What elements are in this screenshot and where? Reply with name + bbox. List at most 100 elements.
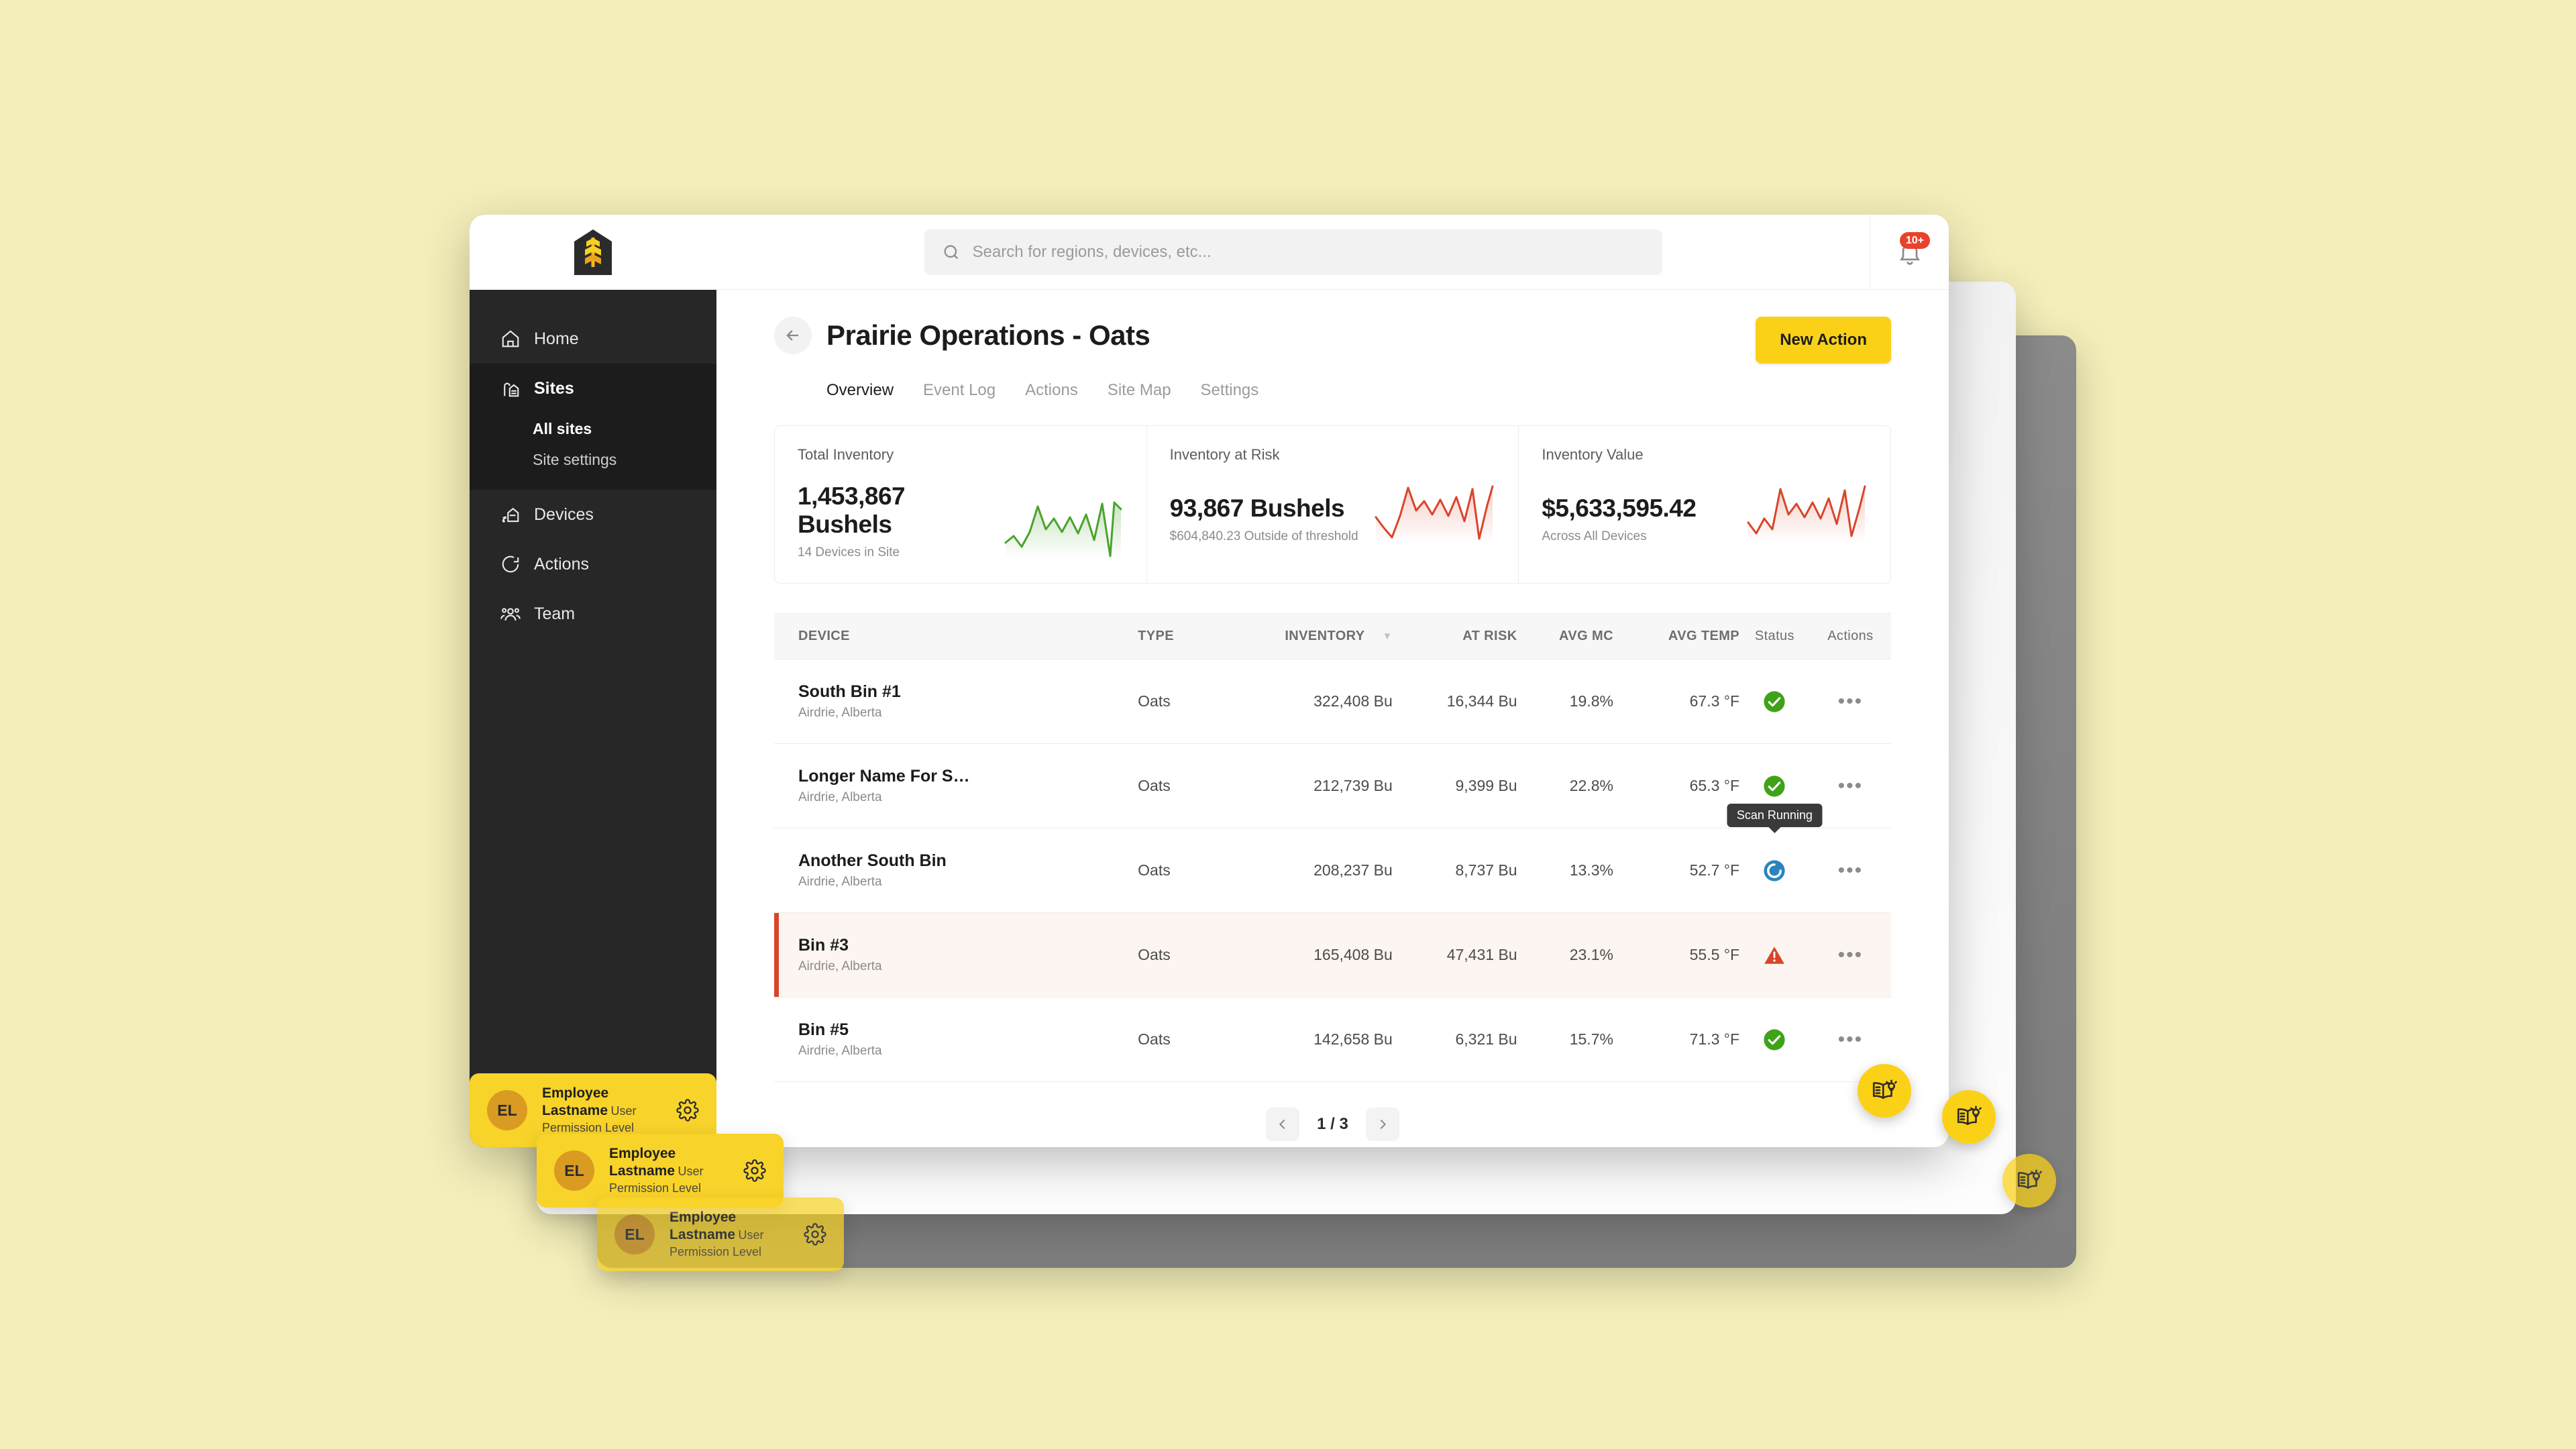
cell-inventory: 142,658 Bu: [1201, 997, 1393, 1082]
title-row: Prairie Operations - Oats New Action: [774, 317, 1891, 364]
cell-actions: •••: [1809, 828, 1891, 913]
cell-device: South Bin #1 Airdrie, Alberta: [774, 659, 1138, 744]
column-header-at-risk[interactable]: AT RISK: [1392, 613, 1517, 659]
app-window: Home Sites All sites Site settings Devic…: [470, 215, 1949, 1147]
device-icon: [500, 504, 521, 525]
tab-bar: Overview Event Log Actions Site Map Sett…: [826, 381, 1891, 404]
cell-avg-temp: 52.7 °F: [1613, 828, 1740, 913]
cell-type: Oats: [1138, 997, 1202, 1082]
pagination-prev-button[interactable]: [1266, 1108, 1300, 1141]
back-button[interactable]: [774, 317, 812, 354]
cell-actions: •••: [1809, 912, 1891, 998]
chevron-down-icon: ▼: [1382, 631, 1393, 643]
cell-avg-temp: 71.3 °F: [1613, 997, 1740, 1082]
search-box[interactable]: [924, 229, 1662, 275]
sidebar-item-team[interactable]: Team: [470, 589, 716, 639]
cell-type: Oats: [1138, 743, 1202, 828]
search-icon: [942, 243, 961, 262]
cell-avg-temp: 55.5 °F: [1613, 912, 1740, 998]
device-name: South Bin #1: [798, 682, 901, 701]
cell-status: [1739, 997, 1810, 1082]
cell-actions: •••: [1809, 743, 1891, 828]
cell-avg-mc: 23.1%: [1517, 912, 1613, 998]
row-actions-button[interactable]: •••: [1838, 1028, 1864, 1051]
column-header-type[interactable]: TYPE: [1138, 613, 1202, 659]
tab-event-log[interactable]: Event Log: [923, 381, 996, 404]
column-header-inventory[interactable]: INVENTORY ▼: [1201, 613, 1393, 659]
tab-site-map[interactable]: Site Map: [1108, 381, 1171, 404]
sidebar-subitem-label: Site settings: [533, 450, 617, 468]
profile-name: Employee Lastname: [669, 1210, 737, 1243]
column-header-avg-mc[interactable]: AVG MC: [1517, 613, 1613, 659]
stat-sub: Across All Devices: [1542, 529, 1647, 543]
cell-at-risk: 6,321 Bu: [1392, 997, 1517, 1082]
device-name: Bin #3: [798, 936, 849, 955]
search-input[interactable]: [972, 242, 1645, 262]
logo-bar: [470, 215, 716, 290]
stat-card-inventory-at-risk: Inventory at Risk 93,867 Bushels $604,84…: [1147, 426, 1519, 583]
sidebar: Home Sites All sites Site settings Devic…: [470, 215, 716, 1147]
sidebar-item-actions[interactable]: Actions: [470, 539, 716, 589]
cell-avg-temp: 67.3 °F: [1613, 659, 1740, 744]
profile-text: Employee Lastname User Permission Level: [609, 1145, 729, 1196]
row-actions-button[interactable]: •••: [1838, 775, 1864, 797]
new-action-button[interactable]: New Action: [1756, 317, 1891, 364]
sidebar-subnav-sites: All sites Site settings: [470, 413, 716, 490]
tab-overview[interactable]: Overview: [826, 381, 894, 404]
book-lightbulb-icon: [1955, 1103, 1983, 1131]
tab-settings[interactable]: Settings: [1201, 381, 1259, 404]
sidebar-subitem-label: All sites: [533, 419, 592, 437]
table-body: South Bin #1 Airdrie, Alberta Oats 322,4…: [774, 659, 1891, 1082]
sidebar-item-home[interactable]: Home: [470, 314, 716, 364]
row-actions-button[interactable]: •••: [1838, 859, 1864, 881]
gear-icon[interactable]: [676, 1099, 699, 1122]
devices-table: DEVICE TYPE INVENTORY ▼ AT RISK AVG MC AV…: [774, 613, 1891, 1082]
stat-card-inventory-value: Inventory Value $5,633,595.42 Across All…: [1519, 426, 1890, 583]
cell-at-risk: 8,737 Bu: [1392, 828, 1517, 913]
avatar: EL: [554, 1150, 594, 1191]
cell-avg-mc: 15.7%: [1517, 997, 1613, 1082]
stat-body: 1,453,867 Bushels 14 Devices in Site: [798, 482, 1124, 560]
device-name: Longer Name For South Bi...: [798, 767, 979, 786]
sidebar-subitem-site-settings[interactable]: Site settings: [470, 444, 716, 475]
tab-actions[interactable]: Actions: [1025, 381, 1078, 404]
cell-inventory: 212,739 Bu: [1201, 743, 1393, 828]
sidebar-item-devices[interactable]: Devices: [470, 490, 716, 539]
table-row[interactable]: Longer Name For South Bi... Airdrie, Alb…: [774, 743, 1891, 828]
stat-label: Inventory Value: [1542, 446, 1644, 463]
cell-inventory: 322,408 Bu: [1201, 659, 1393, 744]
pagination-next-button[interactable]: [1365, 1108, 1399, 1141]
cell-inventory: 208,237 Bu: [1201, 828, 1393, 913]
ghost-help-guide-fab-2: [2002, 1154, 2056, 1208]
help-guide-fab[interactable]: [1858, 1064, 1911, 1118]
table-row[interactable]: Another South Bin Airdrie, Alberta Oats …: [774, 804, 1891, 913]
stat-value: $5,633,595.42: [1542, 494, 1697, 522]
status-ok-icon: [1763, 775, 1786, 798]
profile-name: Employee Lastname: [542, 1085, 609, 1119]
cell-status: [1739, 912, 1810, 998]
wheat-shield-logo[interactable]: [572, 229, 614, 276]
device-location: Airdrie, Alberta: [798, 706, 882, 720]
sidebar-subitem-all-sites[interactable]: All sites: [470, 413, 716, 444]
row-actions-button[interactable]: •••: [1838, 944, 1864, 966]
table-row[interactable]: South Bin #1 Airdrie, Alberta Oats 322,4…: [774, 659, 1891, 744]
silo-icon: [500, 378, 521, 398]
avatar: EL: [614, 1214, 655, 1254]
cell-actions: •••: [1809, 659, 1891, 744]
status-tooltip: Scan Running: [1727, 804, 1822, 827]
column-header-inventory-label: INVENTORY: [1285, 629, 1365, 643]
cell-device: Bin #3 Airdrie, Alberta: [774, 912, 1138, 998]
notifications-button[interactable]: 10+: [1870, 215, 1949, 289]
table-head: DEVICE TYPE INVENTORY ▼ AT RISK AVG MC AV…: [774, 613, 1891, 659]
row-actions-button[interactable]: •••: [1838, 690, 1864, 712]
stat-value: 93,867 Bushels: [1169, 494, 1345, 522]
column-header-device[interactable]: DEVICE: [774, 613, 1138, 659]
table-row[interactable]: Bin #3 Airdrie, Alberta Oats 165,408 Bu …: [774, 912, 1891, 998]
pagination: 1 / 3: [774, 1108, 1891, 1141]
table-row[interactable]: Bin #5 Airdrie, Alberta Oats 142,658 Bu …: [774, 997, 1891, 1082]
stat-card-total-inventory: Total Inventory 1,453,867 Bushels 14 Dev…: [775, 426, 1147, 583]
home-icon: [500, 329, 521, 349]
sidebar-item-sites[interactable]: Sites: [470, 364, 716, 413]
cell-type: Oats: [1138, 828, 1202, 913]
column-header-avg-temp[interactable]: AVG TEMP: [1613, 613, 1740, 659]
